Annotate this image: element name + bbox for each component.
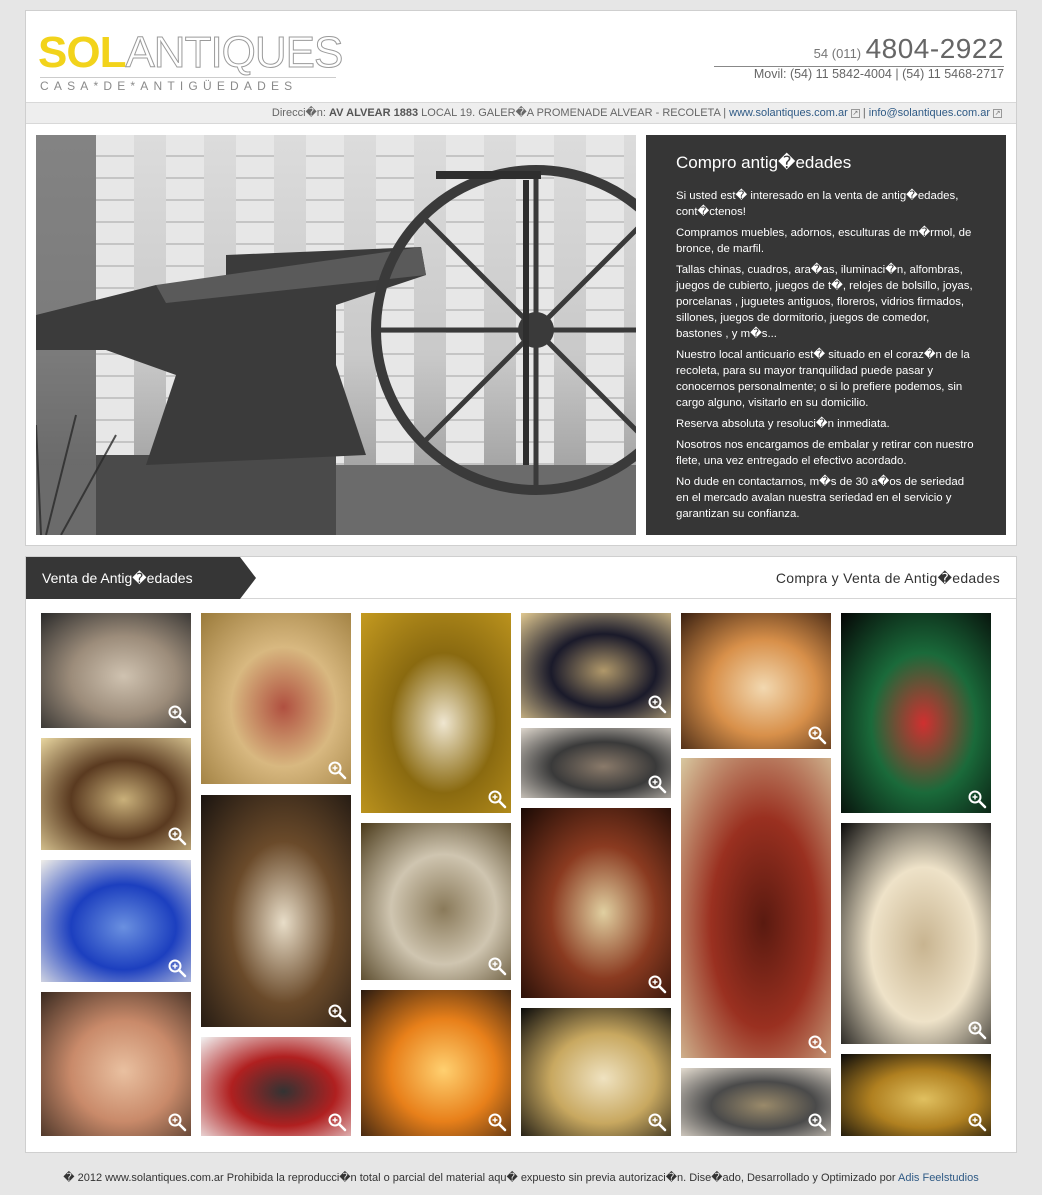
gallery-thumb-glass-vase[interactable] bbox=[361, 823, 511, 980]
hero-paragraph: Nosotros nos encargamos de embalar y ret… bbox=[676, 439, 974, 467]
zoom-icon[interactable] bbox=[327, 760, 347, 780]
gallery-thumb-ivory-figure[interactable] bbox=[521, 808, 671, 998]
zoom-icon[interactable] bbox=[807, 1112, 827, 1132]
address-street: AV ALVEAR 1883 bbox=[329, 107, 419, 119]
gallery-thumb-silver-car[interactable] bbox=[681, 1068, 831, 1136]
gallery-thumb-cameo-brooch[interactable] bbox=[361, 613, 511, 813]
gallery-header: Venta de Antig�edades Compra y Venta de … bbox=[26, 557, 1016, 599]
gallery-thumb-blue-glass-vase[interactable] bbox=[41, 860, 191, 982]
zoom-icon[interactable] bbox=[647, 1112, 667, 1132]
hero-photo bbox=[36, 135, 636, 535]
zoom-icon[interactable] bbox=[967, 1112, 987, 1132]
gallery-panel: Venta de Antig�edades Compra y Venta de … bbox=[25, 556, 1017, 1153]
gallery-thumb-silver-box[interactable] bbox=[41, 613, 191, 728]
hero-paragraph: Tallas chinas, cuadros, ara�as, iluminac… bbox=[676, 264, 973, 340]
gallery-thumb-pierrot-lamp[interactable] bbox=[681, 758, 831, 1058]
gallery-thumb-woman-portrait-painting[interactable] bbox=[41, 992, 191, 1136]
zoom-icon[interactable] bbox=[167, 826, 187, 846]
hero-paragraph: No dude en contactarnos, m�s de 30 a�os … bbox=[676, 476, 965, 520]
hero-paragraph: Nuestro local anticuario est� situado en… bbox=[676, 349, 970, 409]
buying-info-panel: Compro antig�edades Si usted est� intere… bbox=[646, 135, 1006, 535]
site-logo[interactable]: SOLANTIQUES CASA*DE*ANTIGÜEDADES bbox=[38, 30, 344, 93]
copyright-text: � 2012 www.solantiques.com.ar Prohibida … bbox=[63, 1172, 896, 1184]
gallery-thumb-gilt-sconces[interactable] bbox=[841, 1054, 991, 1136]
address-bar: Direcci�n: AV ALVEAR 1883 LOCAL 19. GALE… bbox=[26, 102, 1016, 124]
phone-block: 54 (011) 4804-2922 bbox=[714, 33, 1004, 67]
gallery-thumb-clown-bust[interactable] bbox=[201, 795, 351, 1027]
gallery-thumb-ivory-figurines[interactable] bbox=[521, 1008, 671, 1136]
phone-number: 4804-2922 bbox=[865, 33, 1004, 64]
zoom-icon[interactable] bbox=[967, 1020, 987, 1040]
email-link[interactable]: info@solantiques.com.ar bbox=[869, 107, 990, 119]
mobile-numbers: Movil: (54) 11 5842-4004 | (54) 11 5468-… bbox=[753, 67, 1004, 81]
gallery-thumb-red-toy-truck[interactable] bbox=[201, 1037, 351, 1136]
address-detail: LOCAL 19. GALER�A PROMENADE ALVEAR - REC… bbox=[421, 107, 727, 119]
zoom-icon[interactable] bbox=[487, 1112, 507, 1132]
external-link-icon: ↗ bbox=[850, 108, 860, 118]
zoom-icon[interactable] bbox=[167, 1112, 187, 1132]
zoom-icon[interactable] bbox=[487, 789, 507, 809]
hero-title: Compro antig�edades bbox=[676, 153, 852, 172]
zoom-icon[interactable] bbox=[647, 974, 667, 994]
logo-tagline: CASA*DE*ANTIGÜEDADES bbox=[40, 77, 336, 93]
gallery-thumb-glass-lamps[interactable] bbox=[361, 990, 511, 1136]
gallery-thumb-black-sofa[interactable] bbox=[521, 613, 671, 718]
zoom-icon[interactable] bbox=[327, 1112, 347, 1132]
zoom-icon[interactable] bbox=[167, 958, 187, 978]
footer: � 2012 www.solantiques.com.ar Prohibida … bbox=[0, 1171, 1042, 1184]
infobar-separator: | bbox=[862, 107, 866, 119]
address-label: Direcci�n: bbox=[271, 107, 326, 119]
gallery-thumb-cameo-oval[interactable] bbox=[681, 613, 831, 749]
hero-paragraph: Reserva absoluta y resoluci�n inmediata. bbox=[676, 418, 890, 430]
gallery-title: Compra y Venta de Antig�edades bbox=[775, 570, 1000, 586]
zoom-icon[interactable] bbox=[967, 789, 987, 809]
gallery-thumb-framed-portrait-painting[interactable] bbox=[201, 613, 351, 784]
zoom-icon[interactable] bbox=[807, 725, 827, 745]
logo-wordmark: SOLANTIQUES bbox=[38, 28, 344, 77]
zoom-icon[interactable] bbox=[647, 774, 667, 794]
external-link-icon: ↗ bbox=[993, 108, 1002, 118]
header-panel: SOLANTIQUES CASA*DE*ANTIGÜEDADES 54 (011… bbox=[25, 10, 1017, 546]
zoom-icon[interactable] bbox=[167, 704, 187, 724]
zoom-icon[interactable] bbox=[487, 956, 507, 976]
zoom-icon[interactable] bbox=[327, 1003, 347, 1023]
website-link[interactable]: www.solantiques.com.ar bbox=[729, 107, 848, 119]
developer-link[interactable]: Adis Feelstudios bbox=[898, 1172, 979, 1184]
gallery-thumb-pierrot-sculpture[interactable] bbox=[41, 738, 191, 850]
zoom-icon[interactable] bbox=[647, 694, 667, 714]
hero-paragraph: Si usted est� interesado en la venta de … bbox=[676, 190, 959, 218]
tab-venta-antiguedades[interactable]: Venta de Antig�edades bbox=[26, 557, 256, 599]
zoom-icon[interactable] bbox=[807, 1034, 827, 1054]
gallery-thumb-toy-car[interactable] bbox=[521, 728, 671, 798]
gallery-thumb-balloon-lady-figurine[interactable] bbox=[841, 613, 991, 813]
phone-prefix: 54 (011) bbox=[813, 46, 862, 61]
hero-paragraph: Compramos muebles, adornos, esculturas d… bbox=[676, 227, 972, 255]
gallery-thumb-ivory-boy-fish[interactable] bbox=[841, 823, 991, 1044]
